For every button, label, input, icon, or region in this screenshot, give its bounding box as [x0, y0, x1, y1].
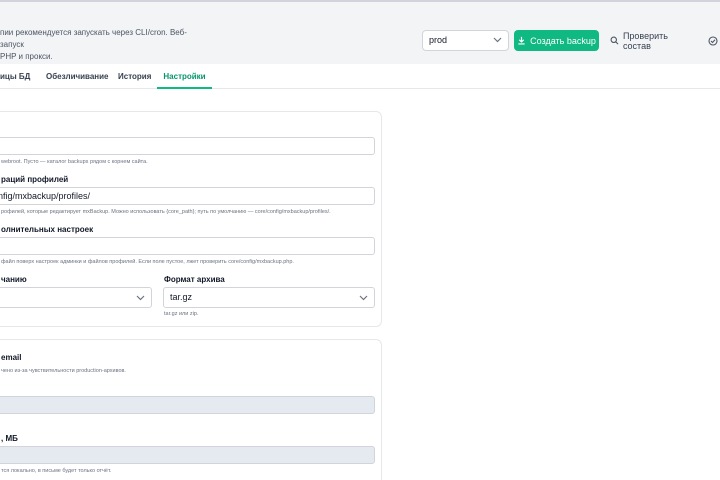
size-limit-label: , МБ — [1, 434, 18, 443]
backup-path-input[interactable] — [0, 137, 375, 155]
create-backup-button[interactable]: Создать backup — [514, 30, 599, 51]
tab-settings[interactable]: Настройки — [157, 64, 212, 89]
size-limit-input[interactable] — [0, 446, 375, 464]
environment-select-value: prod — [429, 35, 448, 45]
settings-card: webroot. Пусто — каталог backups рядом с… — [0, 111, 382, 327]
environment-select[interactable]: prod — [422, 30, 509, 51]
tab-history[interactable]: История — [118, 64, 151, 89]
archive-format-hint: tar.gz или zip. — [164, 311, 199, 317]
extra-settings-input[interactable] — [0, 237, 375, 255]
tab-db-tables[interactable]: ицы БД — [0, 64, 30, 89]
check-circle-icon[interactable] — [708, 36, 718, 46]
download-icon — [518, 36, 525, 45]
default-select[interactable] — [0, 287, 152, 308]
backup-path-hint: webroot. Пусто — каталог backups рядом с… — [1, 159, 148, 165]
search-icon — [610, 36, 619, 45]
extra-settings-label: олнительных настроек — [1, 225, 94, 234]
extra-settings-hint: файл поверх настроек админки и файлов пр… — [1, 259, 294, 265]
chevron-down-icon — [136, 295, 145, 301]
profiles-path-hint: рофилей, которые редактирует mxBackup. М… — [1, 209, 331, 215]
default-select-label: чанию — [1, 275, 27, 284]
create-backup-label: Создать backup — [530, 35, 596, 46]
profiles-path-label: раций профилей — [1, 175, 69, 184]
chevron-down-icon — [359, 295, 368, 301]
check-composition-button[interactable]: Проверить состав — [606, 30, 698, 51]
profiles-path-input[interactable]: nfig/mxbackup/profiles/ — [0, 187, 375, 205]
archive-format-value: tar.gz — [170, 292, 193, 302]
email-hint: чено из-за чувствительности production-а… — [1, 368, 126, 374]
chevron-down-icon — [493, 37, 502, 43]
archive-format-label: Формат архива — [164, 275, 225, 284]
top-toolbar: пии рекомендуется запускать через CLI/cr… — [0, 0, 720, 64]
size-limit-hint: тся локально, в письме будет только отчё… — [1, 468, 112, 474]
cli-notice: пии рекомендуется запускать через CLI/cr… — [0, 28, 187, 61]
archive-format-select[interactable]: tar.gz — [163, 287, 375, 308]
email-label: email — [1, 353, 22, 362]
email-card: email чено из-за чувствительности produc… — [0, 339, 382, 480]
check-composition-label: Проверить состав — [622, 30, 668, 51]
tab-bar: ицы БД Обезличивание История Настройки — [0, 64, 720, 89]
tab-anonymization[interactable]: Обезличивание — [46, 64, 109, 89]
email-input[interactable] — [0, 396, 375, 414]
